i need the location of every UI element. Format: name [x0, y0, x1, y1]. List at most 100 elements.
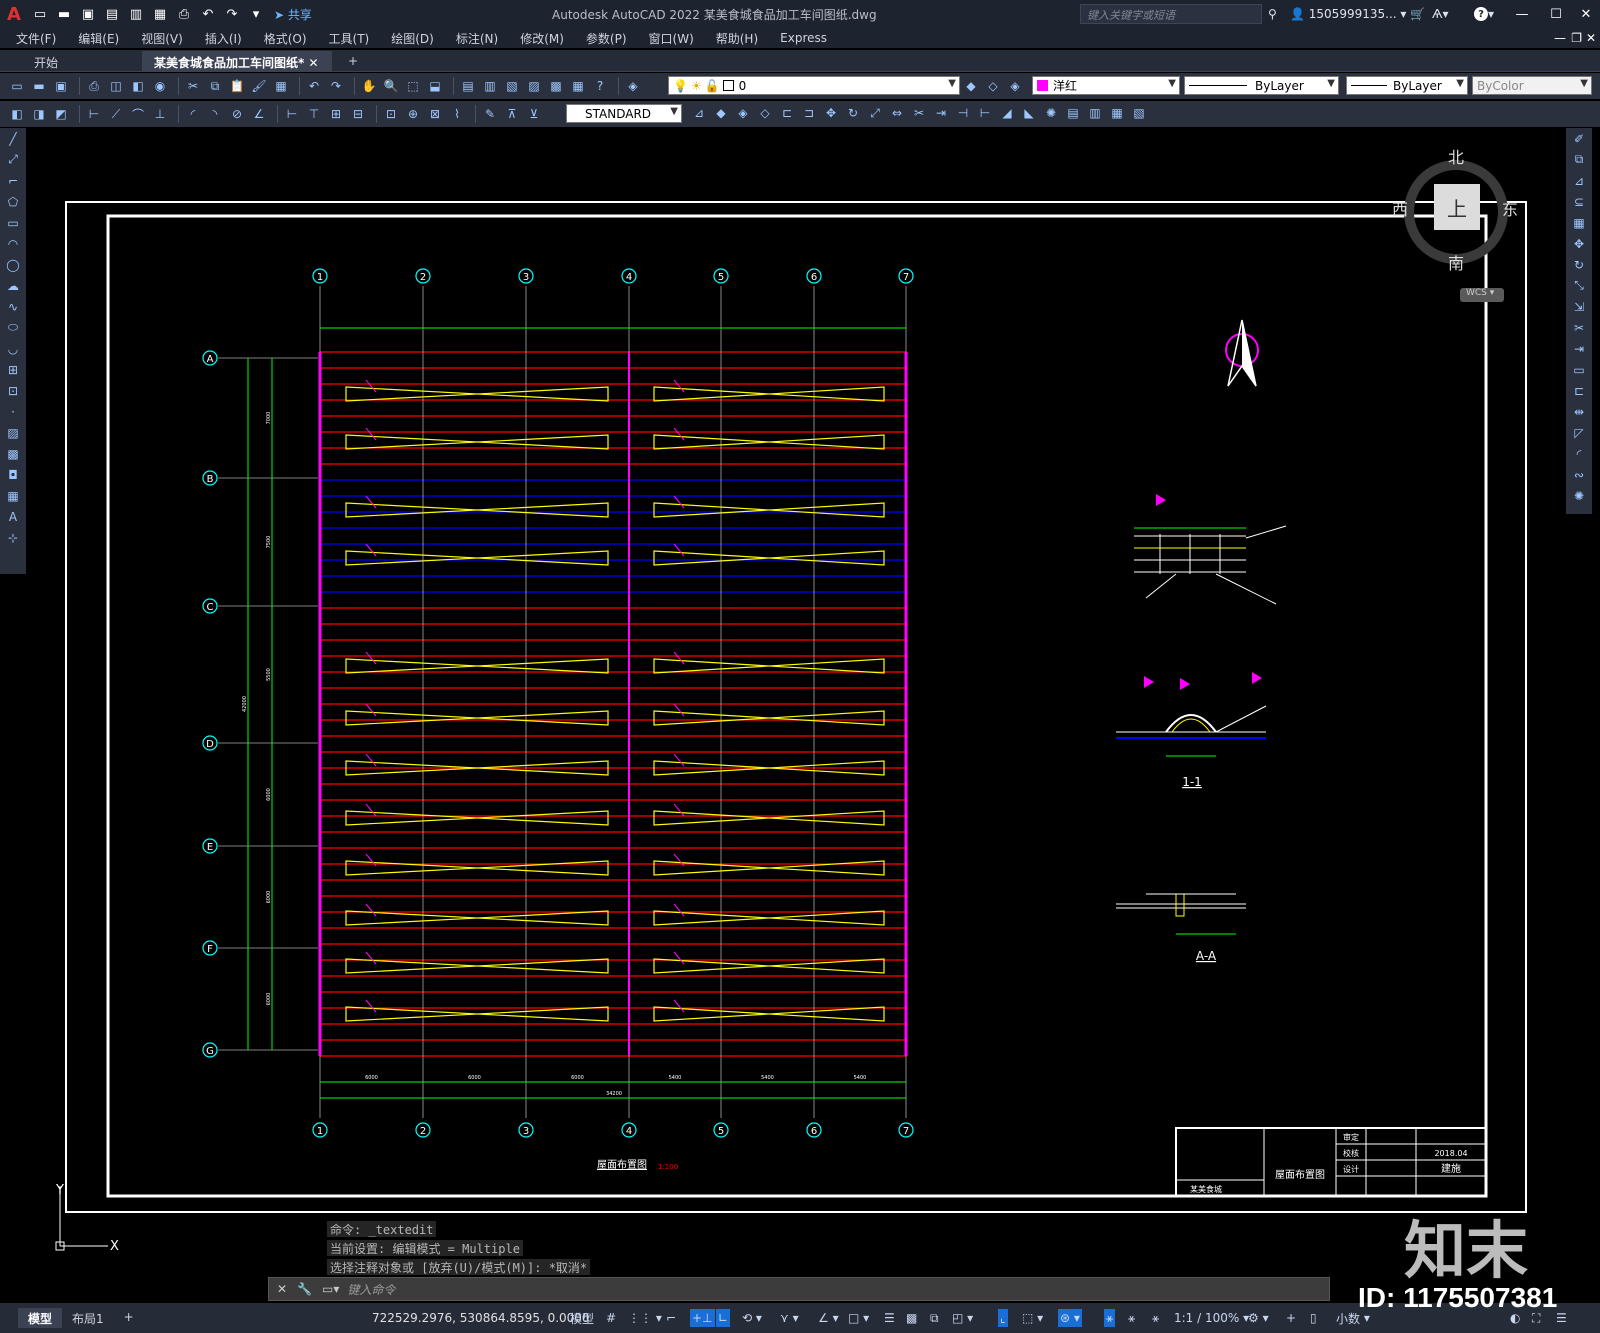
join-icon[interactable]: ⇹: [1566, 401, 1592, 422]
viewcube-north[interactable]: 北: [1448, 144, 1464, 168]
cart-icon[interactable]: 🛒: [1410, 4, 1425, 24]
close-button[interactable]: ✕: [1574, 4, 1598, 24]
sheet-set-icon[interactable]: ▨: [525, 77, 543, 95]
trim-icon[interactable]: ✂: [1566, 317, 1592, 338]
erase-icon[interactable]: ✐: [1566, 128, 1592, 149]
match-properties-icon[interactable]: 🖌: [250, 77, 268, 95]
erase-icon[interactable]: ◆: [712, 104, 730, 122]
rotate-icon[interactable]: ↻: [844, 104, 862, 122]
text-front-icon[interactable]: ◨: [30, 105, 48, 123]
copy-object-icon[interactable]: ◈: [734, 104, 752, 122]
mirror-icon[interactable]: ⊿: [1566, 170, 1592, 191]
publish-icon[interactable]: ◧: [129, 77, 147, 95]
menu-view[interactable]: 视图(V): [141, 30, 183, 47]
maximize-button[interactable]: ☐: [1544, 4, 1568, 24]
gradient-icon[interactable]: ▩: [0, 443, 26, 464]
explode-icon[interactable]: ✺: [1566, 485, 1592, 506]
open-icon[interactable]: ▬: [54, 4, 74, 24]
autocad-logo-icon[interactable]: A: [0, 0, 28, 28]
3dprint-icon[interactable]: ◉: [151, 77, 169, 95]
plot-icon[interactable]: ⎙: [174, 4, 194, 24]
draw-order-icon[interactable]: ◧: [8, 105, 26, 123]
rectangle-icon[interactable]: ▭: [0, 212, 26, 233]
snap-icon[interactable]: ⋮⋮ ▾: [628, 1309, 662, 1327]
menu-tools[interactable]: 工具(T): [329, 30, 370, 47]
open-web-icon[interactable]: ▥: [126, 4, 146, 24]
attribute-icon[interactable]: ▥: [1086, 104, 1104, 122]
copy-icon[interactable]: ⧉: [1566, 149, 1592, 170]
doc-minimize-button[interactable]: —: [1554, 31, 1566, 45]
ellipse-arc-icon[interactable]: ◡: [0, 338, 26, 359]
chamfer-icon[interactable]: ◢: [998, 104, 1016, 122]
auto-scale-icon[interactable]: ⚹: [1128, 1309, 1135, 1327]
search-icon[interactable]: ⚲: [1268, 4, 1277, 24]
save-icon[interactable]: ▣: [52, 77, 70, 95]
spline-icon[interactable]: ∿: [0, 296, 26, 317]
scale-icon[interactable]: ⤡: [1566, 275, 1592, 296]
minimize-button[interactable]: —: [1510, 4, 1534, 24]
tab-layout1[interactable]: 布局1: [62, 1308, 114, 1328]
jogged-linear-icon[interactable]: ⌇: [448, 105, 466, 123]
mtext-icon[interactable]: A: [0, 506, 26, 527]
command-recent-icon[interactable]: ▭▾: [322, 1282, 339, 1296]
block-insert-icon[interactable]: ▤: [1064, 104, 1082, 122]
linear-dim-icon[interactable]: ⊢: [85, 105, 103, 123]
customize-quick-access-icon[interactable]: ▾: [246, 4, 266, 24]
construction-line-icon[interactable]: ⤢: [0, 149, 26, 170]
table-icon[interactable]: ▦: [0, 485, 26, 506]
hatch-icon[interactable]: ▨: [0, 422, 26, 443]
make-current-layer-icon[interactable]: ◆: [962, 77, 980, 95]
linetype-dropdown[interactable]: ByLayer ▼: [1184, 76, 1339, 95]
polygon-icon[interactable]: ⬠: [0, 191, 26, 212]
transparency-icon[interactable]: ▩: [906, 1309, 917, 1327]
grid-icon[interactable]: #: [606, 1309, 616, 1327]
aligned-dim-icon[interactable]: ⟋: [107, 105, 125, 123]
plot-icon[interactable]: ⎙: [85, 77, 103, 95]
annotation-scale-icon[interactable]: ⚹: [1152, 1309, 1159, 1327]
plotstyle-dropdown[interactable]: ByColor ▼: [1472, 76, 1592, 95]
qnew-icon[interactable]: ▭: [8, 77, 26, 95]
circle-icon[interactable]: ◯: [0, 254, 26, 275]
viewcube-top-face[interactable]: 上: [1434, 184, 1480, 230]
annotation-visibility-icon[interactable]: ⚹: [1104, 1309, 1116, 1327]
menu-edit[interactable]: 编辑(E): [78, 30, 119, 47]
move-icon[interactable]: ✥: [822, 104, 840, 122]
ellipse-icon[interactable]: ⬭: [0, 317, 26, 338]
copy-icon[interactable]: ⧉: [206, 77, 224, 95]
dim-space-icon[interactable]: ⊟: [349, 105, 367, 123]
xref-icon[interactable]: ▦: [1108, 104, 1126, 122]
autodesk-a360-icon[interactable]: Ѧ▾: [1432, 4, 1449, 24]
menu-help[interactable]: 帮助(H): [716, 30, 758, 47]
add-selected-icon[interactable]: ⊹: [0, 527, 26, 548]
tab-start[interactable]: 开始: [22, 51, 70, 72]
polar-tracking-icon[interactable]: ⟲ ▾: [742, 1309, 762, 1327]
save-as-icon[interactable]: ▤: [102, 4, 122, 24]
join-icon[interactable]: ⊢: [976, 104, 994, 122]
new-tab-button[interactable]: +: [336, 51, 370, 72]
fillet-icon[interactable]: ◣: [1020, 104, 1038, 122]
tolerance-icon[interactable]: ⊡: [382, 105, 400, 123]
preview-icon[interactable]: ◫: [107, 77, 125, 95]
infer-constraints-icon[interactable]: ⌐: [666, 1309, 676, 1327]
layer-properties-icon[interactable]: ◈: [624, 77, 642, 95]
doc-restore-button[interactable]: ❐: [1571, 31, 1582, 45]
annotation-scale-dropdown[interactable]: 1:1 / 100% ▾: [1174, 1309, 1249, 1327]
drawing-canvas[interactable]: 1 1 2 2 3 3 4 4 5 5 6 6 7 7 A B C D E F G 6000 6000 6000 5400 540…: [26, 128, 1566, 1276]
selection-cycling-icon[interactable]: ⧉: [930, 1309, 939, 1327]
mirror-icon[interactable]: ◇: [756, 104, 774, 122]
line-icon[interactable]: ╱: [0, 128, 26, 149]
markup-icon[interactable]: ▩: [547, 77, 565, 95]
break-icon[interactable]: ⊏: [1566, 380, 1592, 401]
dim-style-icon[interactable]: ⊿: [690, 104, 708, 122]
design-center-icon[interactable]: ▥: [481, 77, 499, 95]
gizmo-icon[interactable]: ⊛ ▾: [1058, 1309, 1082, 1327]
polyline-icon[interactable]: ⌐: [0, 170, 26, 191]
blend-curves-icon[interactable]: ∾: [1566, 464, 1592, 485]
ortho-icon[interactable]: ∟: [716, 1309, 731, 1327]
pan-icon[interactable]: ✋: [360, 77, 378, 95]
tab-close-icon[interactable]: ✕: [308, 56, 318, 70]
zoom-window-icon[interactable]: ⬚: [404, 77, 422, 95]
workspace-icon[interactable]: ⚙ ▾: [1248, 1309, 1269, 1327]
selection-filter-icon[interactable]: ⬚ ▾: [1022, 1309, 1043, 1327]
calculator-icon[interactable]: ▦: [569, 77, 587, 95]
